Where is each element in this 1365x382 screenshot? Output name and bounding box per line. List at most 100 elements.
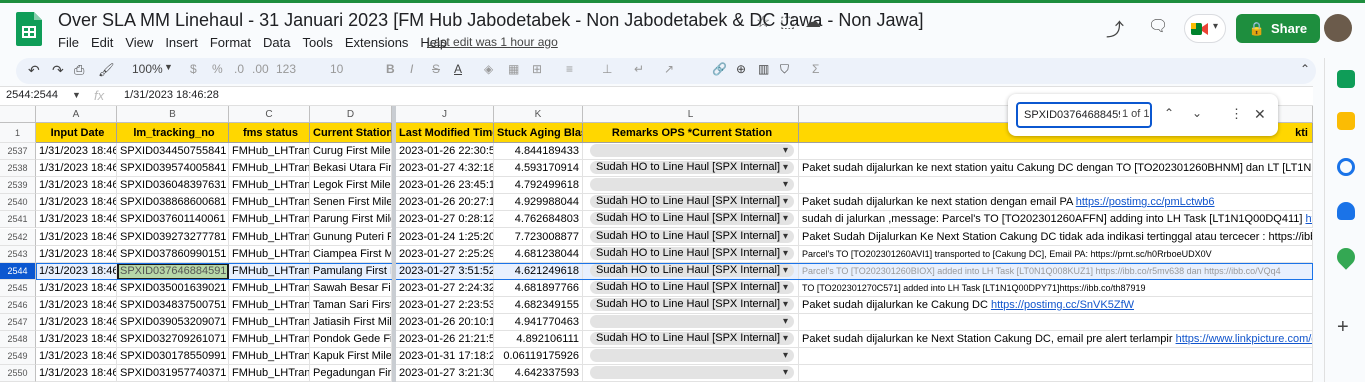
- cell-stuck-aging[interactable]: 4.642337593: [494, 365, 583, 382]
- cell-last-modified[interactable]: 2023-01-26 20:27:17: [396, 194, 494, 212]
- remarks-dropdown[interactable]: Sudah HO to Line Haul [SPX Internal]: [590, 297, 794, 311]
- cell-last-modified[interactable]: 2023-01-27 3:21:30: [396, 365, 494, 382]
- cell-last-modified[interactable]: 2023-01-24 1:25:20: [396, 228, 494, 246]
- keep-icon[interactable]: [1337, 112, 1355, 130]
- cell-input-date[interactable]: 1/31/2023 18:46: [36, 279, 117, 297]
- remarks-dropdown[interactable]: [590, 349, 794, 363]
- insert-comment-icon[interactable]: ⊕: [736, 62, 746, 76]
- frozen-column-divider[interactable]: [392, 106, 396, 382]
- cell-stuck-aging[interactable]: 4.941770463: [494, 314, 583, 332]
- cell-fms-status[interactable]: FMHub_LHTrans: [229, 365, 310, 382]
- row-header[interactable]: 2540: [0, 194, 36, 212]
- undo-icon[interactable]: ↶: [28, 62, 40, 79]
- cell-tracking-no[interactable]: SPXID031957740371: [117, 365, 229, 382]
- cell-bukti[interactable]: sudah di jalurkan ,message: Parcel's TO …: [799, 211, 1313, 229]
- cell-stuck-aging[interactable]: 4.621249618: [494, 262, 583, 280]
- remarks-dropdown[interactable]: Sudah HO to Line Haul [SPX Internal]: [590, 280, 794, 294]
- increase-decimal-button[interactable]: .00: [252, 62, 269, 76]
- cell-fms-status[interactable]: FMHub_LHTrans: [229, 228, 310, 246]
- cell-current-station[interactable]: Parung First Mile: [310, 211, 392, 229]
- cell-remarks-ops[interactable]: [583, 143, 799, 161]
- row-header[interactable]: 2544: [0, 262, 36, 280]
- cell-last-modified[interactable]: 2023-01-26 22:30:50: [396, 143, 494, 161]
- column-header-a[interactable]: A: [36, 106, 117, 123]
- column-header-k[interactable]: K: [494, 106, 583, 123]
- cell-input-date[interactable]: 1/31/2023 18:46: [36, 262, 117, 280]
- header-current-station[interactable]: Current Station: [310, 123, 392, 143]
- format-number-button[interactable]: 123: [276, 62, 296, 76]
- horizontal-align-icon[interactable]: ≡: [566, 62, 573, 76]
- column-header-d[interactable]: D: [310, 106, 392, 123]
- cell-remarks-ops[interactable]: Sudah HO to Line Haul [SPX Internal]: [583, 331, 799, 349]
- cell-stuck-aging[interactable]: 4.844189433: [494, 143, 583, 161]
- row-header[interactable]: 2537: [0, 143, 36, 161]
- cell-fms-status[interactable]: FMHub_LHTrans: [229, 348, 310, 366]
- cell-current-station[interactable]: Curug First Mile: [310, 143, 392, 161]
- cell-current-station[interactable]: Senen First Mile: [310, 194, 392, 212]
- header-last-modified-time[interactable]: Last Modified Time: [396, 123, 494, 143]
- cell-remarks-ops[interactable]: [583, 365, 799, 382]
- text-color-button[interactable]: A: [454, 62, 462, 76]
- bold-button[interactable]: B: [386, 62, 395, 76]
- cell-remarks-ops[interactable]: [583, 314, 799, 332]
- cell-current-station[interactable]: Ciampea First M: [310, 245, 392, 263]
- column-header-l[interactable]: L: [583, 106, 799, 123]
- cell-input-date[interactable]: 1/31/2023 18:46: [36, 365, 117, 382]
- formula-input[interactable]: 1/31/2023 18:46:28: [124, 89, 219, 101]
- cell-tracking-no[interactable]: SPXID035001639021: [117, 279, 229, 297]
- cell-remarks-ops[interactable]: Sudah HO to Line Haul [SPX Internal]: [583, 296, 799, 314]
- cell-last-modified[interactable]: 2023-01-27 2:24:32: [396, 279, 494, 297]
- find-next-icon[interactable]: ⌄: [1192, 106, 1202, 120]
- row-header[interactable]: 2545: [0, 279, 36, 297]
- name-box[interactable]: 2544:2544: [6, 89, 58, 101]
- cell-current-station[interactable]: Bekasi Utara Fir: [310, 160, 392, 178]
- header-input-date[interactable]: Input Date: [36, 123, 117, 143]
- print-icon[interactable]: ⎙: [74, 62, 84, 78]
- menu-extensions[interactable]: Extensions: [345, 35, 409, 50]
- cell-last-modified[interactable]: 2023-01-27 2:23:53: [396, 296, 494, 314]
- cell-tracking-no[interactable]: SPXID030178550991: [117, 348, 229, 366]
- remarks-dropdown[interactable]: [590, 366, 794, 380]
- cell-tracking-no[interactable]: SPXID036048397631: [117, 177, 229, 195]
- menu-edit[interactable]: Edit: [91, 35, 113, 50]
- cell-input-date[interactable]: 1/31/2023 18:46: [36, 245, 117, 263]
- italic-button[interactable]: I: [410, 62, 413, 76]
- cell-bukti[interactable]: Parcel's TO [TO202301260BIOX] added into…: [799, 262, 1313, 280]
- currency-button[interactable]: $: [190, 62, 197, 76]
- bukti-link[interactable]: https://www.linkpicture.com/q/L: [1176, 333, 1312, 345]
- cell-current-station[interactable]: Kapuk First Mile: [310, 348, 392, 366]
- activity-trend-icon[interactable]: ⤴: [1106, 16, 1124, 42]
- cell-input-date[interactable]: 1/31/2023 18:46: [36, 296, 117, 314]
- cell-bukti[interactable]: Paket sudah dijalurkan ke next station d…: [799, 194, 1313, 212]
- menu-data[interactable]: Data: [263, 35, 290, 50]
- text-wrap-icon[interactable]: ↵: [634, 62, 644, 76]
- cell-input-date[interactable]: 1/31/2023 18:46: [36, 228, 117, 246]
- header-stuck-aging-blast[interactable]: Stuck Aging Blast: [494, 123, 583, 143]
- cell-tracking-no[interactable]: SPXID039053209071: [117, 314, 229, 332]
- cell-stuck-aging[interactable]: 4.929988044: [494, 194, 583, 212]
- cell-bukti[interactable]: TO [TO202301270C571] added into LH Task …: [799, 279, 1313, 297]
- cell-stuck-aging[interactable]: 4.682349155: [494, 296, 583, 314]
- remarks-dropdown[interactable]: Sudah HO to Line Haul [SPX Internal]: [590, 263, 794, 277]
- cell-fms-status[interactable]: FMHub_LHTrans: [229, 143, 310, 161]
- cell-current-station[interactable]: Pamulang First M: [310, 262, 392, 280]
- decrease-decimal-button[interactable]: .0: [234, 62, 244, 76]
- remarks-dropdown[interactable]: Sudah HO to Line Haul [SPX Internal]: [590, 161, 794, 175]
- cell-input-date[interactable]: 1/31/2023 18:46: [36, 331, 117, 349]
- cell-fms-status[interactable]: FMHub_LHTrans: [229, 279, 310, 297]
- cell-tracking-no[interactable]: SPXID038868600681: [117, 194, 229, 212]
- filter-icon[interactable]: ⛉: [780, 62, 789, 77]
- cell-tracking-no[interactable]: SPXID032709261071: [117, 331, 229, 349]
- cell-stuck-aging[interactable]: 4.681238044: [494, 245, 583, 263]
- menu-file[interactable]: File: [58, 35, 79, 50]
- insert-chart-icon[interactable]: ▥: [758, 62, 769, 76]
- cell-input-date[interactable]: 1/31/2023 18:46: [36, 348, 117, 366]
- strikethrough-button[interactable]: S: [432, 62, 440, 76]
- borders-icon[interactable]: ▦: [508, 62, 519, 76]
- cell-remarks-ops[interactable]: Sudah HO to Line Haul [SPX Internal]: [583, 279, 799, 297]
- cell-current-station[interactable]: Gunung Puteri F: [310, 228, 392, 246]
- cell-current-station[interactable]: Legok First Mile: [310, 177, 392, 195]
- remarks-dropdown[interactable]: Sudah HO to Line Haul [SPX Internal]: [590, 246, 794, 260]
- cell-fms-status[interactable]: FMHub_LHTrans: [229, 314, 310, 332]
- cell-bukti[interactable]: [799, 143, 1313, 161]
